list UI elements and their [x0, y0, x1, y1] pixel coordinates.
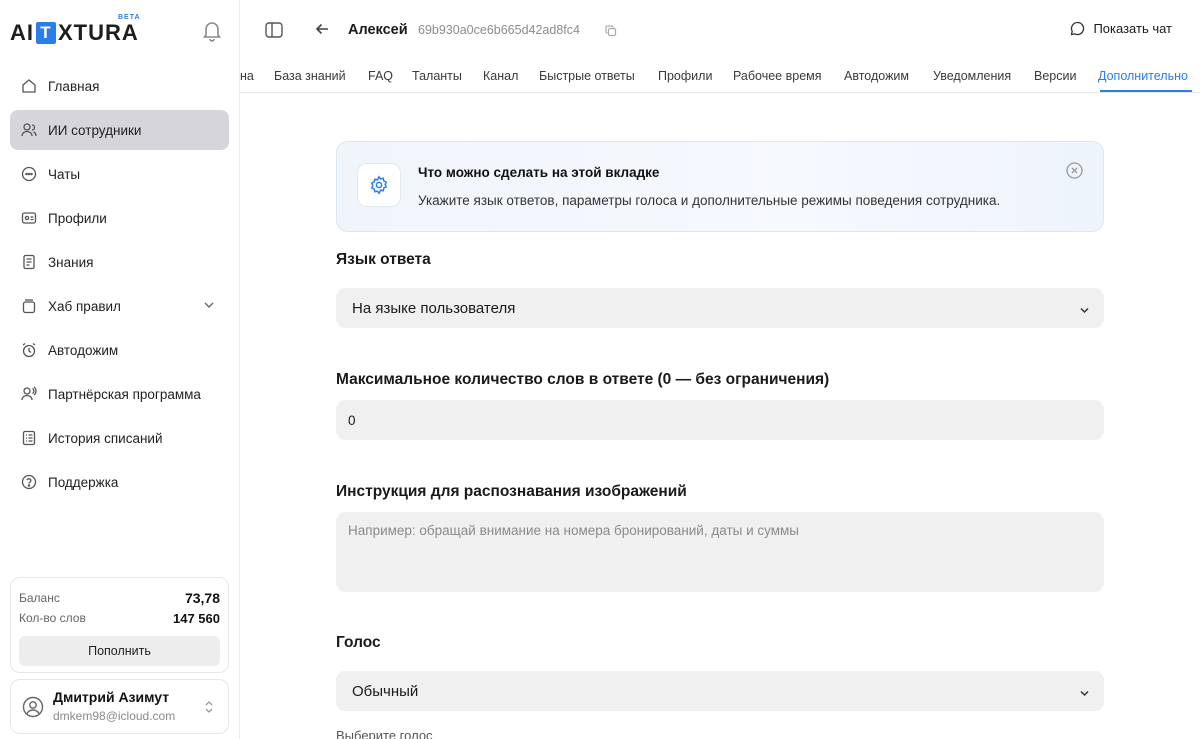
logo-t-box: T [36, 22, 56, 44]
back-arrow-icon[interactable] [315, 22, 329, 41]
logo[interactable]: AI T XTURA BETA [10, 14, 140, 46]
info-title: Что можно сделать на этой вкладке [418, 165, 660, 180]
tab-autofollowup[interactable]: Автодожим [844, 69, 909, 83]
document-icon [21, 254, 37, 270]
gear-icon [357, 163, 401, 207]
image-instruction-textarea[interactable]: Например: обращай внимание на номера бро… [336, 512, 1104, 592]
voice-hint: Выберите голос [336, 728, 433, 739]
sidebar: AI T XTURA BETA Главная ИИ сотрудники Ча… [0, 0, 240, 739]
max-words-label: Максимальное количество слов в ответе (0… [336, 371, 830, 388]
tab-work-hours[interactable]: Рабочее время [733, 69, 822, 83]
chevron-updown-icon[interactable] [204, 699, 214, 720]
sidebar-item-knowledge[interactable]: Знания [10, 242, 229, 282]
logo-text-left: AI [10, 20, 34, 45]
image-instruction-label: Инструкция для распознавания изображений [336, 483, 687, 500]
profile-card-icon [21, 210, 37, 226]
beta-badge: BETA [118, 14, 141, 21]
copy-icon[interactable] [605, 24, 617, 42]
balance-card: Баланс 73,78 Кол-во слов 147 560 Пополни… [10, 577, 229, 673]
tab-additional[interactable]: Дополнительно [1098, 69, 1188, 83]
history-icon [21, 430, 37, 446]
chat-icon [21, 166, 37, 182]
sidebar-item-label: Главная [48, 78, 100, 94]
chevron-down-icon [1079, 303, 1090, 320]
voice-select[interactable]: Обычный [336, 671, 1104, 711]
tab-partial[interactable]: на [240, 69, 254, 83]
topup-button[interactable]: Пополнить [19, 636, 220, 666]
chevron-down-icon [1079, 686, 1090, 703]
employee-name: Алексей [348, 22, 408, 38]
info-description: Укажите язык ответов, параметры голоса и… [418, 193, 1001, 208]
sidebar-item-label: Партнёрская программа [48, 386, 201, 402]
sidebar-item-label: Профили [48, 210, 107, 226]
language-value: На языке пользователя [352, 299, 516, 317]
sidebar-item-label: Хаб правил [48, 298, 121, 314]
balance-value: 73,78 [184, 590, 220, 606]
sidebar-item-ai-employees[interactable]: ИИ сотрудники [10, 110, 229, 150]
user-email: dmkem98@icloud.com [53, 709, 176, 723]
rules-hub-icon [21, 298, 37, 314]
language-select[interactable]: На языке пользователя [336, 288, 1104, 328]
sidebar-toggle-icon[interactable] [265, 21, 283, 39]
sidebar-item-label: Автодожим [48, 342, 119, 358]
header: Алексей 69b930a0ce6b665d42ad8fc4 Показат… [240, 0, 1200, 60]
employee-id: 69b930a0ce6b665d42ad8fc4 [418, 23, 580, 37]
voice-value: Обычный [352, 682, 419, 700]
max-words-value: 0 [348, 412, 356, 428]
message-icon [1071, 21, 1085, 36]
sidebar-item-home[interactable]: Главная [10, 66, 229, 106]
balance-row: Баланс 73,78 [19, 588, 220, 608]
sidebar-item-rules-hub[interactable]: Хаб правил [10, 286, 229, 326]
active-tab-indicator [1100, 90, 1192, 92]
sidebar-item-label: Поддержка [48, 474, 119, 490]
sidebar-item-label: Чаты [48, 166, 81, 182]
sidebar-item-profiles[interactable]: Профили [10, 198, 229, 238]
tab-knowledge-base[interactable]: База знаний [274, 69, 346, 83]
tab-channel[interactable]: Канал [483, 69, 518, 83]
sidebar-item-partner[interactable]: Партнёрская программа [10, 374, 229, 414]
avatar [22, 696, 44, 718]
sidebar-item-history[interactable]: История списаний [10, 418, 229, 458]
close-icon[interactable] [1066, 162, 1083, 184]
sidebar-nav: Главная ИИ сотрудники Чаты Профили Знани… [10, 66, 229, 506]
image-instruction-placeholder: Например: обращай внимание на номера бро… [348, 523, 799, 538]
sidebar-item-label: Знания [48, 254, 94, 270]
max-words-input[interactable]: 0 [336, 400, 1104, 440]
sidebar-item-chats[interactable]: Чаты [10, 154, 229, 194]
alarm-clock-icon [21, 342, 37, 358]
logo-text-right: XTURA [58, 20, 139, 45]
show-chat-button[interactable]: Показать чат [1070, 21, 1172, 36]
user-card[interactable]: Дмитрий Азимут dmkem98@icloud.com [10, 679, 229, 734]
words-label: Кол-во слов [19, 611, 86, 625]
tab-talents[interactable]: Таланты [412, 69, 462, 83]
language-label: Язык ответа [336, 251, 431, 268]
tab-notifications[interactable]: Уведомления [933, 69, 1011, 83]
info-banner: Что можно сделать на этой вкладке Укажит… [336, 141, 1104, 232]
tab-faq[interactable]: FAQ [368, 69, 393, 83]
tab-bar: на База знаний FAQ Таланты Канал Быстрые… [240, 62, 1200, 93]
tab-quick-replies[interactable]: Быстрые ответы [539, 69, 635, 83]
sidebar-item-label: История списаний [48, 430, 163, 446]
tab-profiles[interactable]: Профили [658, 69, 712, 83]
sidebar-item-label: ИИ сотрудники [48, 122, 142, 138]
help-icon [21, 474, 37, 490]
words-value: 147 560 [173, 610, 220, 626]
bell-icon[interactable] [202, 20, 222, 42]
tab-versions[interactable]: Версии [1034, 69, 1076, 83]
words-row: Кол-во слов 147 560 [19, 608, 220, 628]
user-name: Дмитрий Азимут [53, 689, 170, 705]
users-icon [21, 122, 37, 138]
voice-label: Голос [336, 634, 381, 651]
partner-icon [21, 386, 37, 402]
home-icon [21, 78, 37, 94]
sidebar-item-autofollowup[interactable]: Автодожим [10, 330, 229, 370]
logo-row: AI T XTURA BETA [10, 14, 230, 48]
show-chat-label: Показать чат [1093, 21, 1172, 36]
sidebar-item-support[interactable]: Поддержка [10, 462, 229, 502]
chevron-down-icon[interactable] [203, 299, 215, 314]
balance-label: Баланс [19, 591, 60, 605]
